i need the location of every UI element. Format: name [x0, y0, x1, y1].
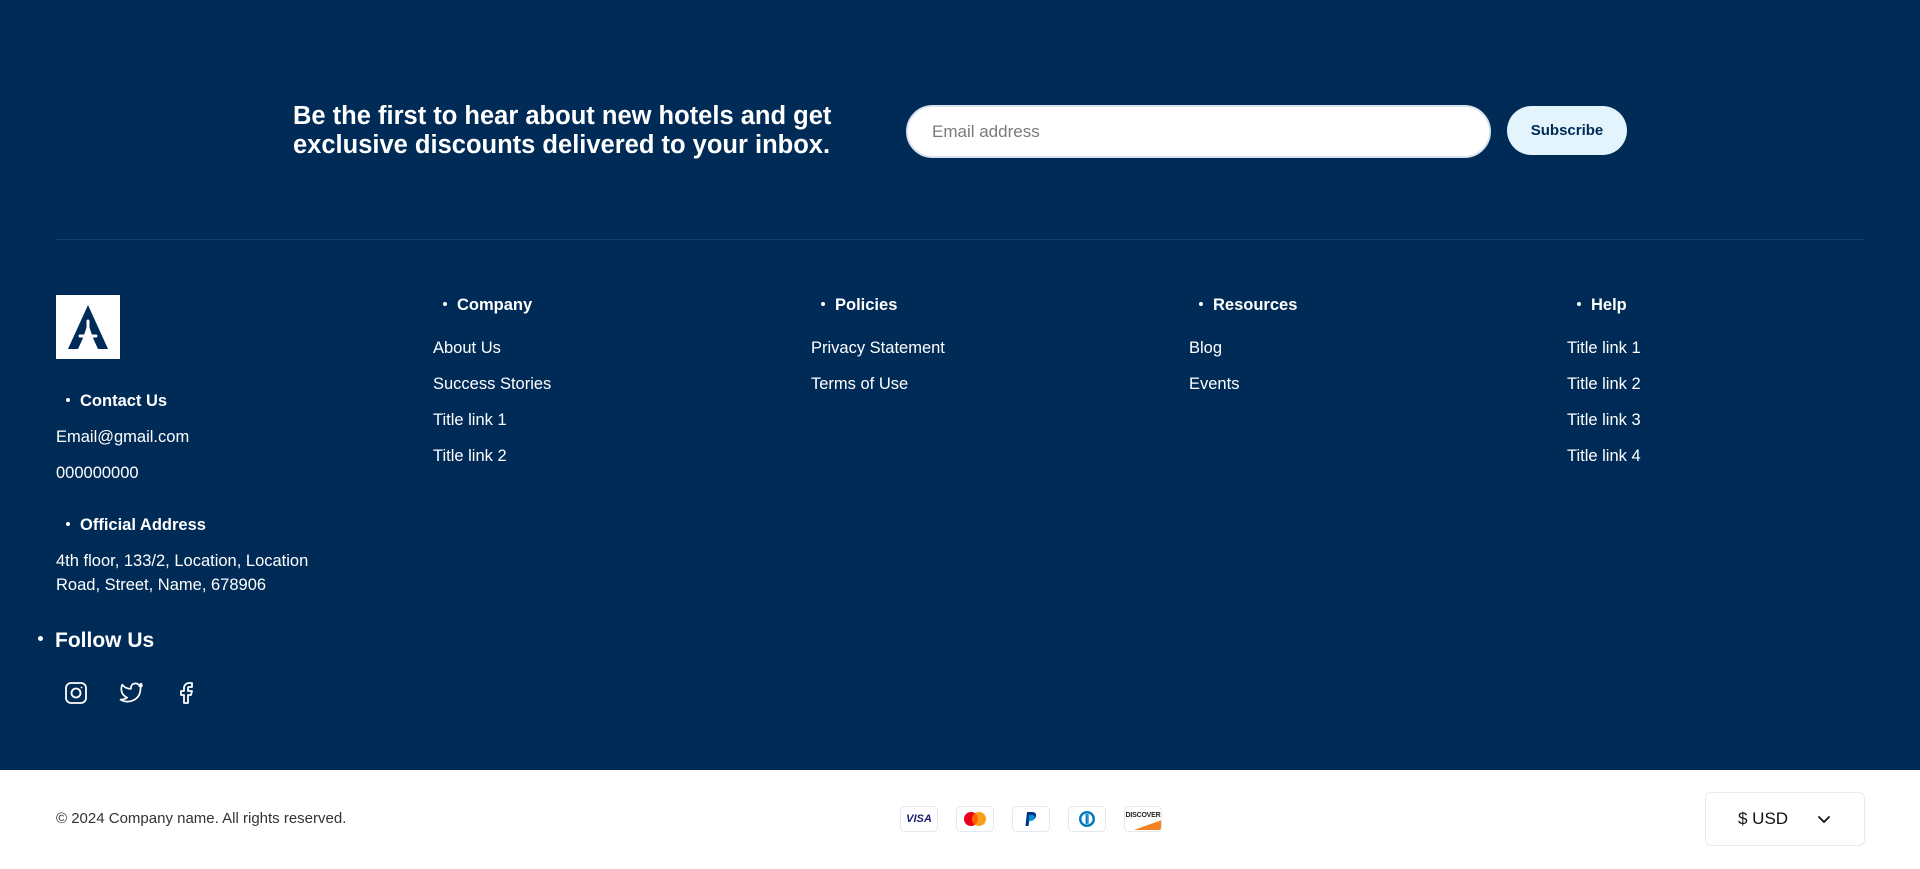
newsletter-heading-line2: exclusive discounts delivered to your in…: [293, 131, 831, 159]
footer-column-help: Help Title link 1 Title link 2 Title lin…: [1567, 296, 1641, 482]
follow-us-label: Follow Us: [55, 629, 155, 652]
subscribe-button[interactable]: Subscribe: [1507, 106, 1627, 155]
column-title: Resources: [1189, 296, 1297, 318]
footer-link-help-title-link-3[interactable]: Title link 3: [1567, 410, 1641, 446]
currency-label: $ USD: [1738, 809, 1789, 828]
visa-label: VISA: [906, 813, 932, 825]
instagram-icon[interactable]: [63, 680, 89, 706]
currency-selector[interactable]: $ USD: [1705, 792, 1865, 846]
column-title: Company: [433, 296, 551, 318]
official-address-title: Official Address: [66, 516, 206, 535]
email-input[interactable]: [906, 105, 1491, 158]
column-title-label: Policies: [835, 296, 898, 314]
site-footer: Be the first to hear about new hotels an…: [0, 0, 1920, 770]
address-line1: 4th floor, 133/2, Location, Location: [56, 552, 309, 570]
bullet-icon: [1577, 301, 1581, 306]
bullet-icon: [1199, 301, 1203, 306]
footer-divider: [56, 239, 1864, 240]
bullet-icon: [443, 301, 447, 306]
discover-label: DISCOVER: [1125, 812, 1161, 819]
copyright-text: © 2024 Company name. All rights reserved…: [56, 810, 347, 827]
paypal-icon: [1012, 806, 1050, 832]
payment-methods: VISA DISCOVER: [900, 806, 1162, 832]
newsletter-heading: Be the first to hear about new hotels an…: [293, 102, 893, 160]
follow-us-title: Follow Us: [38, 629, 154, 653]
footer-column-policies: Policies Privacy Statement Terms of Use: [811, 296, 945, 410]
bullet-icon: [66, 521, 70, 526]
footer-link-title-link-2[interactable]: Title link 2: [433, 446, 551, 482]
footer-link-privacy-statement[interactable]: Privacy Statement: [811, 338, 945, 374]
official-address-label: Official Address: [80, 516, 206, 534]
facebook-icon[interactable]: [175, 680, 201, 706]
footer-link-help-title-link-1[interactable]: Title link 1: [1567, 338, 1641, 374]
twitter-icon[interactable]: [119, 680, 145, 706]
chevron-down-icon: [1818, 816, 1830, 823]
footer-link-terms-of-use[interactable]: Terms of Use: [811, 374, 945, 410]
bullet-icon: [38, 635, 43, 641]
visa-icon: VISA: [900, 806, 938, 832]
newsletter-heading-line1: Be the first to hear about new hotels an…: [293, 102, 832, 130]
logo-a-mark-icon: [68, 305, 108, 349]
diners-icon: [1068, 806, 1106, 832]
footer-link-help-title-link-4[interactable]: Title link 4: [1567, 446, 1641, 482]
footer-link-events[interactable]: Events: [1189, 374, 1297, 410]
address-line2: Road, Street, Name, 678906: [56, 576, 267, 594]
discover-icon: DISCOVER: [1124, 806, 1162, 832]
footer-link-help-title-link-2[interactable]: Title link 2: [1567, 374, 1641, 410]
contact-us-title: Contact Us: [66, 392, 167, 411]
contact-email[interactable]: Email@gmail.com: [56, 425, 189, 449]
contact-us-label: Contact Us: [80, 392, 168, 410]
mastercard-icon: [956, 806, 994, 832]
column-title: Policies: [811, 296, 945, 318]
company-logo[interactable]: [56, 295, 120, 359]
column-title-label: Help: [1591, 296, 1627, 314]
footer-link-blog[interactable]: Blog: [1189, 338, 1297, 374]
footer-link-title-link-1[interactable]: Title link 1: [433, 410, 551, 446]
column-title: Help: [1567, 296, 1641, 318]
column-title-label: Company: [457, 296, 533, 314]
footer-column-company: Company About Us Success Stories Title l…: [433, 296, 551, 482]
footer-link-about-us[interactable]: About Us: [433, 338, 551, 374]
footer-column-resources: Resources Blog Events: [1189, 296, 1297, 410]
column-title-label: Resources: [1213, 296, 1298, 314]
footer-bottom-bar: © 2024 Company name. All rights reserved…: [0, 770, 1920, 869]
contact-phone[interactable]: 000000000: [56, 461, 139, 485]
bullet-icon: [821, 301, 825, 306]
footer-link-success-stories[interactable]: Success Stories: [433, 374, 551, 410]
bullet-icon: [66, 397, 70, 402]
